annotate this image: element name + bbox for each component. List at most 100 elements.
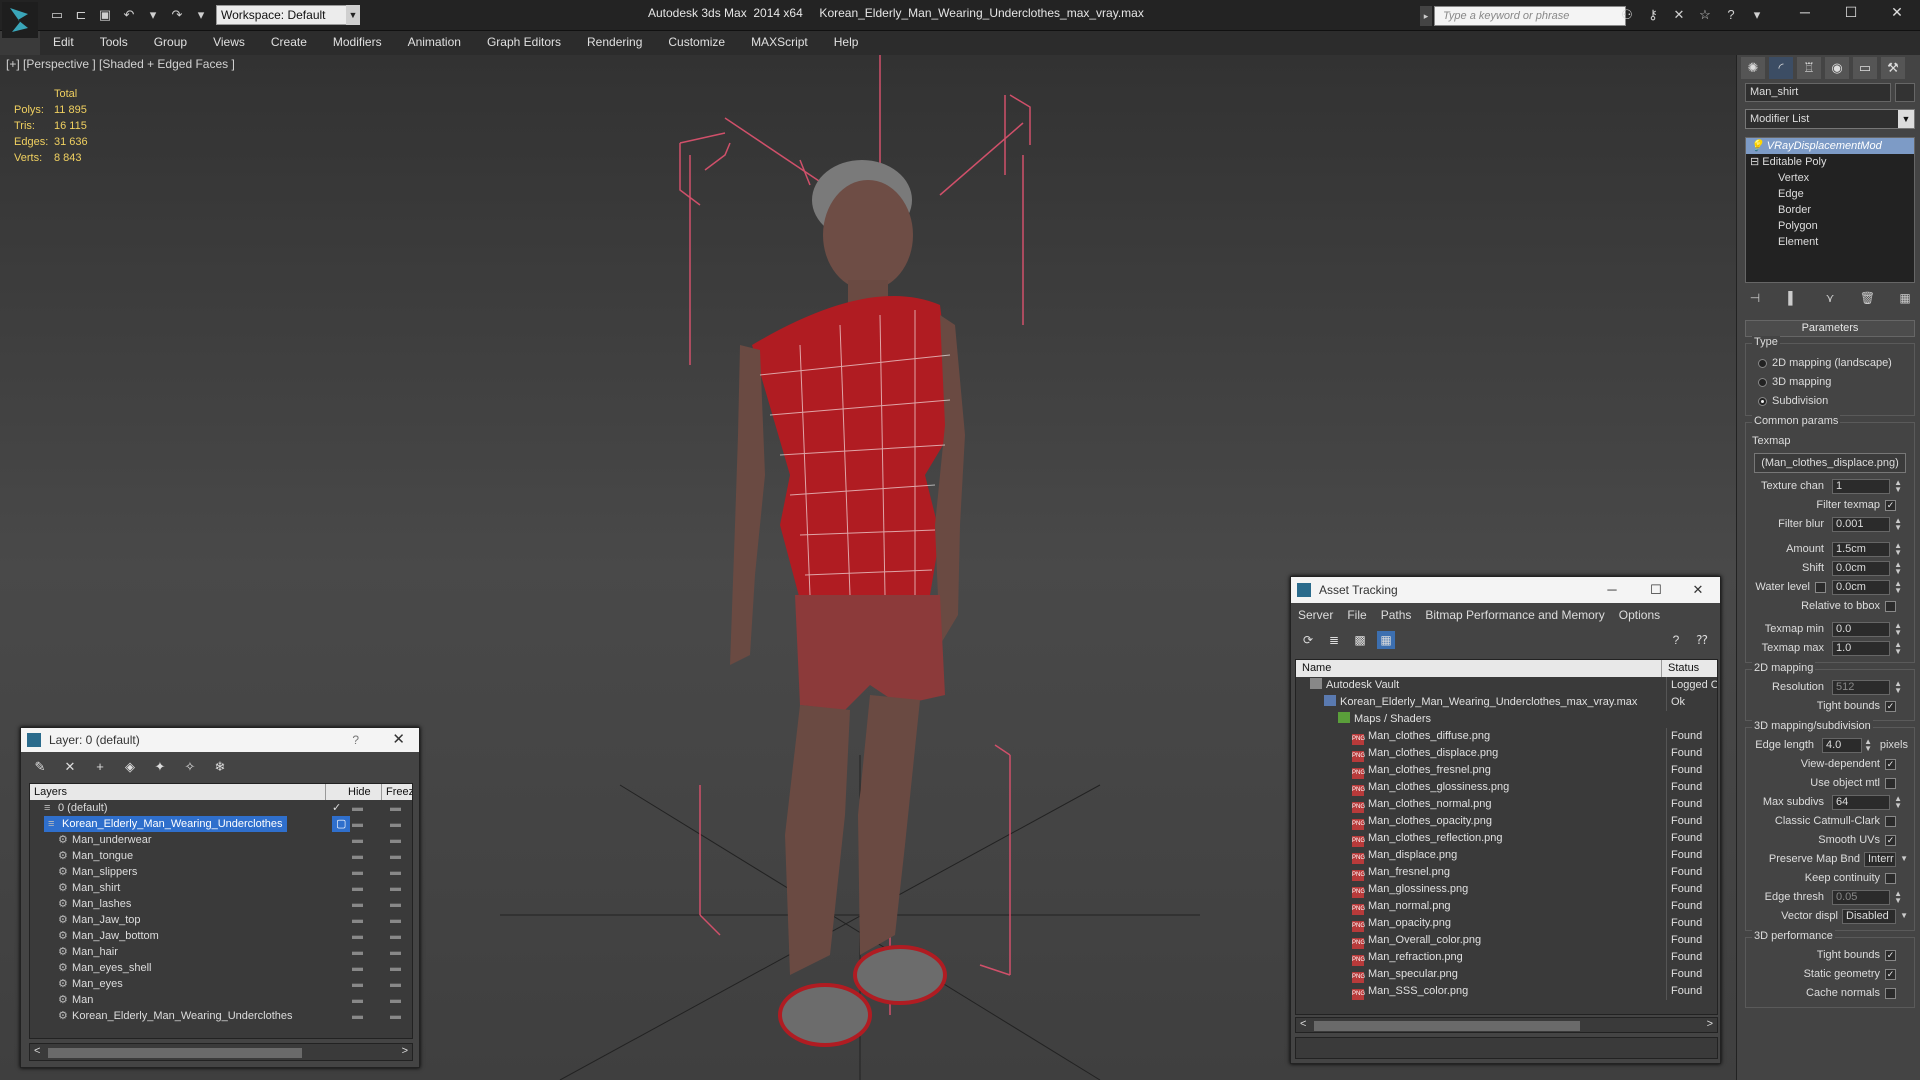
freeze-toggle-icon[interactable]: ▬ xyxy=(390,960,401,976)
scrollbar-thumb[interactable] xyxy=(48,1048,302,1058)
freeze-toggle-icon[interactable]: ▬ xyxy=(390,832,401,848)
column-name[interactable]: Name xyxy=(1296,660,1662,677)
close-icon[interactable]: ✕ xyxy=(1874,0,1920,26)
scroll-left-icon[interactable]: < xyxy=(34,1045,40,1057)
freeze-toggle-icon[interactable]: ▬ xyxy=(390,896,401,912)
hide-toggle-icon[interactable]: ▬ xyxy=(352,960,363,976)
stack-item-vertex[interactable]: Vertex xyxy=(1746,170,1914,186)
menu-modifiers[interactable]: Modifiers xyxy=(320,31,395,55)
hide-toggle-icon[interactable]: ▬ xyxy=(352,976,363,992)
freeze-toggle-icon[interactable]: ▬ xyxy=(390,912,401,928)
water-level-checkbox[interactable] xyxy=(1815,582,1826,593)
asset-row[interactable]: PNG Man_SSS_color.png Found xyxy=(1296,983,1717,1000)
asset-row[interactable]: Korean_Elderly_Man_Wearing_Underclothes_… xyxy=(1296,694,1717,711)
column-freeze[interactable]: Freez xyxy=(382,784,412,800)
spinner-arrows-icon[interactable]: ▲ ▼ xyxy=(1894,479,1902,494)
stack-item-editable-poly[interactable]: ⊟ Editable Poly xyxy=(1746,154,1914,170)
minimize-icon[interactable]: ─ xyxy=(1592,577,1632,603)
collapse-toggle-icon[interactable]: ⊟ xyxy=(1750,156,1759,168)
static-geometry-checkbox[interactable]: ✓ xyxy=(1885,969,1896,980)
remove-modifier-icon[interactable]: 🗑 xyxy=(1858,288,1878,308)
open-file-icon[interactable]: ⊏ xyxy=(72,6,90,24)
close-icon[interactable]: ✕ xyxy=(392,728,405,752)
hide-toggle-icon[interactable]: ▬ xyxy=(352,992,363,1008)
stack-item-edge[interactable]: Edge xyxy=(1746,186,1914,202)
object-name-field[interactable]: Man_shirt xyxy=(1745,83,1891,102)
redo-dropdown-icon[interactable]: ▾ xyxy=(192,6,210,24)
asset-window-titlebar[interactable]: Asset Tracking ─ ☐ ✕ xyxy=(1291,577,1720,603)
spinner-arrows-icon[interactable]: ▲ ▼ xyxy=(1894,622,1902,637)
asset-row[interactable]: PNG Man_clothes_diffuse.png Found xyxy=(1296,728,1717,745)
keep-continuity-checkbox[interactable] xyxy=(1885,873,1896,884)
spinner-arrows-icon[interactable]: ▲ ▼ xyxy=(1894,517,1902,532)
motion-tab-icon[interactable]: ◉ xyxy=(1825,57,1849,79)
spinner-arrows-icon[interactable]: ▲ ▼ xyxy=(1894,641,1902,656)
hide-toggle-icon[interactable]: ▬ xyxy=(352,928,363,944)
highlight-layer-icon[interactable]: ✦ xyxy=(149,758,171,776)
spinner-arrows-icon[interactable]: ▲ ▼ xyxy=(1894,580,1902,595)
modifier-list-dropdown[interactable]: Modifier List ▼ xyxy=(1745,109,1915,129)
table-view-icon[interactable]: ▦ xyxy=(1377,631,1395,649)
asset-row[interactable]: PNG Man_fresnel.png Found xyxy=(1296,864,1717,881)
save-file-icon[interactable]: ▣ xyxy=(96,6,114,24)
preserve-map-bnd-dropdown[interactable]: Interr xyxy=(1864,852,1896,867)
spinner-arrows-icon[interactable]: ▲ ▼ xyxy=(1894,561,1902,576)
texmap-max-spinner[interactable]: 1.0 xyxy=(1832,641,1890,656)
layer-row[interactable]: ⚙ Man ▬ ▬ xyxy=(30,992,412,1008)
chevron-down-icon[interactable]: ▼ xyxy=(1900,855,1908,863)
key-icon[interactable]: ⚷ xyxy=(1644,6,1662,24)
asset-menu-options[interactable]: Options xyxy=(1612,604,1667,622)
maximize-icon[interactable]: ☐ xyxy=(1636,577,1676,603)
asset-row[interactable]: PNG Man_clothes_glossiness.png Found xyxy=(1296,779,1717,796)
freeze-toggle-icon[interactable]: ▬ xyxy=(390,800,401,816)
asset-row[interactable]: PNG Man_displace.png Found xyxy=(1296,847,1717,864)
current-layer-check-icon[interactable]: ✓ xyxy=(332,800,341,816)
asset-row[interactable]: PNG Man_refraction.png Found xyxy=(1296,949,1717,966)
freeze-toggle-icon[interactable]: ▬ xyxy=(390,928,401,944)
tight-bounds-checkbox[interactable]: ✓ xyxy=(1885,701,1896,712)
asset-row[interactable]: PNG Man_clothes_normal.png Found xyxy=(1296,796,1717,813)
asset-row[interactable]: PNG Man_Overall_color.png Found xyxy=(1296,932,1717,949)
freeze-toggle-icon[interactable]: ▬ xyxy=(390,848,401,864)
vector-displ-dropdown[interactable]: Disabled xyxy=(1842,909,1896,924)
layer-window-titlebar[interactable]: Layer: 0 (default) ? ✕ xyxy=(21,728,419,752)
layer-row[interactable]: ⚙ Man_lashes ▬ ▬ xyxy=(30,896,412,912)
menu-graph-editors[interactable]: Graph Editors xyxy=(474,31,574,55)
undo-dropdown-icon[interactable]: ▾ xyxy=(144,6,162,24)
utilities-tab-icon[interactable]: ⚒ xyxy=(1881,57,1905,79)
resolution-spinner[interactable]: 512 xyxy=(1832,680,1890,695)
smooth-uvs-checkbox[interactable]: ✓ xyxy=(1885,835,1896,846)
cache-normals-checkbox[interactable] xyxy=(1885,988,1896,999)
freeze-toggle-icon[interactable]: ▬ xyxy=(390,992,401,1008)
help-icon[interactable]: ? xyxy=(1667,631,1685,649)
delete-layer-icon[interactable]: ✕ xyxy=(59,758,81,776)
filter-texmap-checkbox[interactable]: ✓ xyxy=(1885,500,1896,511)
help-dropdown-icon[interactable]: ▾ xyxy=(1748,6,1766,24)
stack-item-polygon[interactable]: Polygon xyxy=(1746,218,1914,234)
layer-row[interactable]: ⚙ Man_Jaw_bottom ▬ ▬ xyxy=(30,928,412,944)
menu-animation[interactable]: Animation xyxy=(395,31,474,55)
texture-chan-spinner[interactable]: 1 xyxy=(1832,479,1890,494)
column-status[interactable]: Status xyxy=(1662,660,1717,677)
create-layer-icon[interactable]: ✎ xyxy=(29,758,51,776)
layer-row[interactable]: ⚙ Man_eyes_shell ▬ ▬ xyxy=(30,960,412,976)
hide-toggle-icon[interactable]: ▬ xyxy=(352,800,363,816)
radio-3d-mapping[interactable]: 3D mapping xyxy=(1750,373,1910,392)
asset-menu-file[interactable]: File xyxy=(1340,604,1373,622)
hide-toggle-icon[interactable]: ▬ xyxy=(352,864,363,880)
freeze-toggle-icon[interactable]: ▬ xyxy=(390,864,401,880)
asset-path-field[interactable] xyxy=(1295,1037,1718,1059)
create-tab-icon[interactable]: ✺ xyxy=(1741,57,1765,79)
binoculars-icon[interactable]: ⚇ xyxy=(1618,6,1636,24)
help-icon[interactable]: ? xyxy=(1722,6,1740,24)
pin-stack-icon[interactable]: ⊣ xyxy=(1745,288,1765,308)
asset-horizontal-scrollbar[interactable]: < > xyxy=(1295,1017,1718,1033)
amount-spinner[interactable]: 1.5cm xyxy=(1832,542,1890,557)
spinner-arrows-icon[interactable]: ▲ ▼ xyxy=(1894,795,1902,810)
workspace-expand-icon[interactable]: ▼ xyxy=(346,5,360,25)
scroll-right-icon[interactable]: > xyxy=(1707,1018,1713,1030)
asset-row[interactable]: PNG Man_clothes_displace.png Found xyxy=(1296,745,1717,762)
spinner-arrows-icon[interactable]: ▲ ▼ xyxy=(1894,542,1902,557)
select-objects-icon[interactable]: ◈ xyxy=(119,758,141,776)
asset-row[interactable]: PNG Man_clothes_fresnel.png Found xyxy=(1296,762,1717,779)
